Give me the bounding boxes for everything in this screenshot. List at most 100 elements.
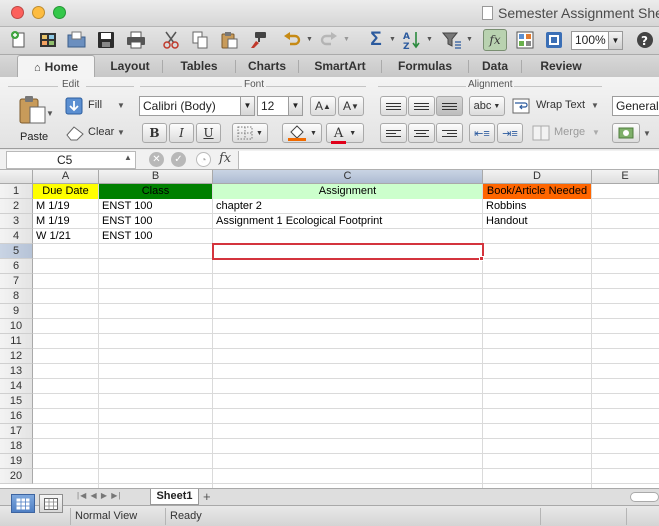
column-header-a[interactable]: A	[33, 170, 99, 184]
wrap-text-button[interactable]: Wrap Text ▼	[512, 96, 602, 116]
sort-icon[interactable]: AZ	[401, 29, 423, 51]
redo-icon[interactable]	[318, 29, 340, 51]
align-top-button[interactable]	[380, 96, 407, 116]
fill-color-button[interactable]: ▼	[282, 123, 322, 143]
font-size-dropdown-arrow[interactable]: ▼	[289, 96, 303, 116]
paste-icon[interactable]	[218, 29, 240, 51]
tab-formulas[interactable]: Formulas	[382, 55, 468, 77]
grow-font-button[interactable]: A ▲	[310, 96, 336, 116]
row-header-12[interactable]: 12	[0, 349, 33, 364]
confirm-entry-icon[interactable]: ✓	[171, 152, 186, 167]
fill-handle[interactable]	[479, 256, 484, 261]
cell-d3[interactable]: Handout	[483, 214, 591, 229]
align-right-button[interactable]	[436, 123, 463, 143]
sort-dropdown-caret[interactable]: ▼	[426, 36, 433, 43]
paste-button[interactable]: ▼ Paste	[14, 95, 54, 145]
row-header-8[interactable]: 8	[0, 289, 33, 304]
cell-c2[interactable]: chapter 2	[213, 199, 482, 214]
row-header-2[interactable]: 2	[0, 199, 33, 214]
row-header-11[interactable]: 11	[0, 334, 33, 349]
print-icon[interactable]	[124, 29, 148, 51]
maximize-window-button[interactable]	[53, 6, 66, 19]
undo-icon[interactable]	[281, 29, 303, 51]
cell-a4[interactable]: W 1/21	[33, 229, 98, 244]
currency-caret[interactable]: ▼	[643, 129, 651, 138]
cell-b2[interactable]: ENST 100	[99, 199, 212, 214]
currency-format-button[interactable]	[612, 123, 640, 143]
orientation-button[interactable]: abc ▼	[469, 96, 505, 116]
header-assignment[interactable]: Assignment	[213, 184, 482, 199]
autosum-icon[interactable]: Σ	[365, 29, 387, 51]
header-class[interactable]: Class	[99, 184, 212, 199]
italic-button[interactable]: I	[169, 123, 194, 143]
open-icon[interactable]	[66, 29, 88, 51]
minimize-window-button[interactable]	[32, 6, 45, 19]
tab-review[interactable]: Review	[522, 55, 600, 77]
row-header-20[interactable]: 20	[0, 469, 33, 484]
fill-button[interactable]: Fill ▼	[65, 96, 127, 116]
row-header-10[interactable]: 10	[0, 319, 33, 334]
help-icon[interactable]: ?	[634, 29, 656, 51]
borders-button[interactable]: ▼	[232, 123, 268, 143]
row-header-3[interactable]: 3	[0, 214, 33, 229]
wrap-text-caret[interactable]: ▼	[591, 101, 599, 110]
insert-function-button[interactable]: fx	[219, 151, 231, 166]
cell-d2[interactable]: Robbins	[483, 199, 591, 214]
cell-b4[interactable]: ENST 100	[99, 229, 212, 244]
redo-dropdown-caret[interactable]: ▼	[343, 36, 350, 43]
horizontal-scrollbar[interactable]	[630, 492, 659, 502]
row-header-15[interactable]: 15	[0, 394, 33, 409]
filter-icon[interactable]	[441, 29, 463, 51]
paste-dropdown-caret[interactable]: ▼	[46, 109, 54, 118]
cell-b3[interactable]: ENST 100	[99, 214, 212, 229]
normal-view-icon[interactable]	[11, 494, 35, 513]
page-layout-view-icon[interactable]	[39, 494, 63, 513]
row-header-4[interactable]: 4	[0, 229, 33, 244]
row-header-16[interactable]: 16	[0, 409, 33, 424]
row-header-14[interactable]: 14	[0, 379, 33, 394]
tab-layout[interactable]: Layout	[98, 55, 162, 77]
cell-c4[interactable]	[213, 229, 482, 244]
align-left-button[interactable]	[380, 123, 407, 143]
cancel-entry-icon[interactable]: ✕	[149, 152, 164, 167]
row-header-13[interactable]: 13	[0, 364, 33, 379]
align-middle-button[interactable]	[408, 96, 435, 116]
autosum-dropdown-caret[interactable]: ▼	[389, 36, 396, 43]
sheet-nav-arrows-icon[interactable]: |◀ ◀ ▶ ▶|	[77, 491, 121, 500]
header-due-date[interactable]: Due Date	[33, 184, 98, 199]
add-sheet-icon[interactable]: +	[203, 489, 211, 504]
shrink-font-button[interactable]: A ▼	[338, 96, 364, 116]
tab-charts[interactable]: Charts	[236, 55, 298, 77]
column-header-b[interactable]: B	[99, 170, 213, 184]
function-clock-icon[interactable]: ◔	[196, 152, 211, 167]
cell-d4[interactable]	[483, 229, 591, 244]
font-name-dropdown[interactable]: Calibri (Body)	[139, 96, 241, 116]
cut-icon[interactable]	[160, 29, 182, 51]
tab-smartart[interactable]: SmartArt	[299, 55, 381, 77]
media-icon[interactable]	[543, 29, 565, 51]
increase-indent-button[interactable]: ⇥≡	[497, 123, 523, 143]
clear-dropdown-caret[interactable]: ▼	[117, 128, 125, 137]
align-bottom-button[interactable]	[436, 96, 463, 116]
row-header-17[interactable]: 17	[0, 424, 33, 439]
bold-button[interactable]: B	[142, 123, 167, 143]
new-workbook-icon[interactable]	[8, 29, 30, 51]
column-header-c[interactable]: C	[213, 170, 483, 184]
name-box-dropdown-icon[interactable]: ▲	[124, 153, 132, 162]
font-size-dropdown[interactable]: 12	[257, 96, 289, 116]
selected-cell-c5[interactable]	[212, 243, 484, 260]
formula-input[interactable]	[238, 151, 659, 169]
copy-icon[interactable]	[189, 29, 211, 51]
row-header-1[interactable]: 1	[0, 184, 33, 199]
zoom-field[interactable]: 100%	[571, 31, 609, 50]
fill-dropdown-caret[interactable]: ▼	[117, 101, 125, 110]
column-header-e[interactable]: E	[592, 170, 659, 184]
spreadsheet-grid[interactable]: A B C D E 1 2 3 4 5 6 7 8 9 10 11 12 13 14 15 16 17 18 19 2…	[0, 170, 659, 488]
name-box[interactable]: C5	[6, 151, 136, 169]
row-header-6[interactable]: 6	[0, 259, 33, 274]
cell-c3[interactable]: Assignment 1 Ecological Footprint	[213, 214, 482, 229]
number-format-dropdown[interactable]: General	[612, 96, 659, 116]
save-icon[interactable]	[95, 29, 117, 51]
clear-button[interactable]: Clear ▼	[65, 123, 127, 143]
row-header-5[interactable]: 5	[0, 244, 33, 259]
